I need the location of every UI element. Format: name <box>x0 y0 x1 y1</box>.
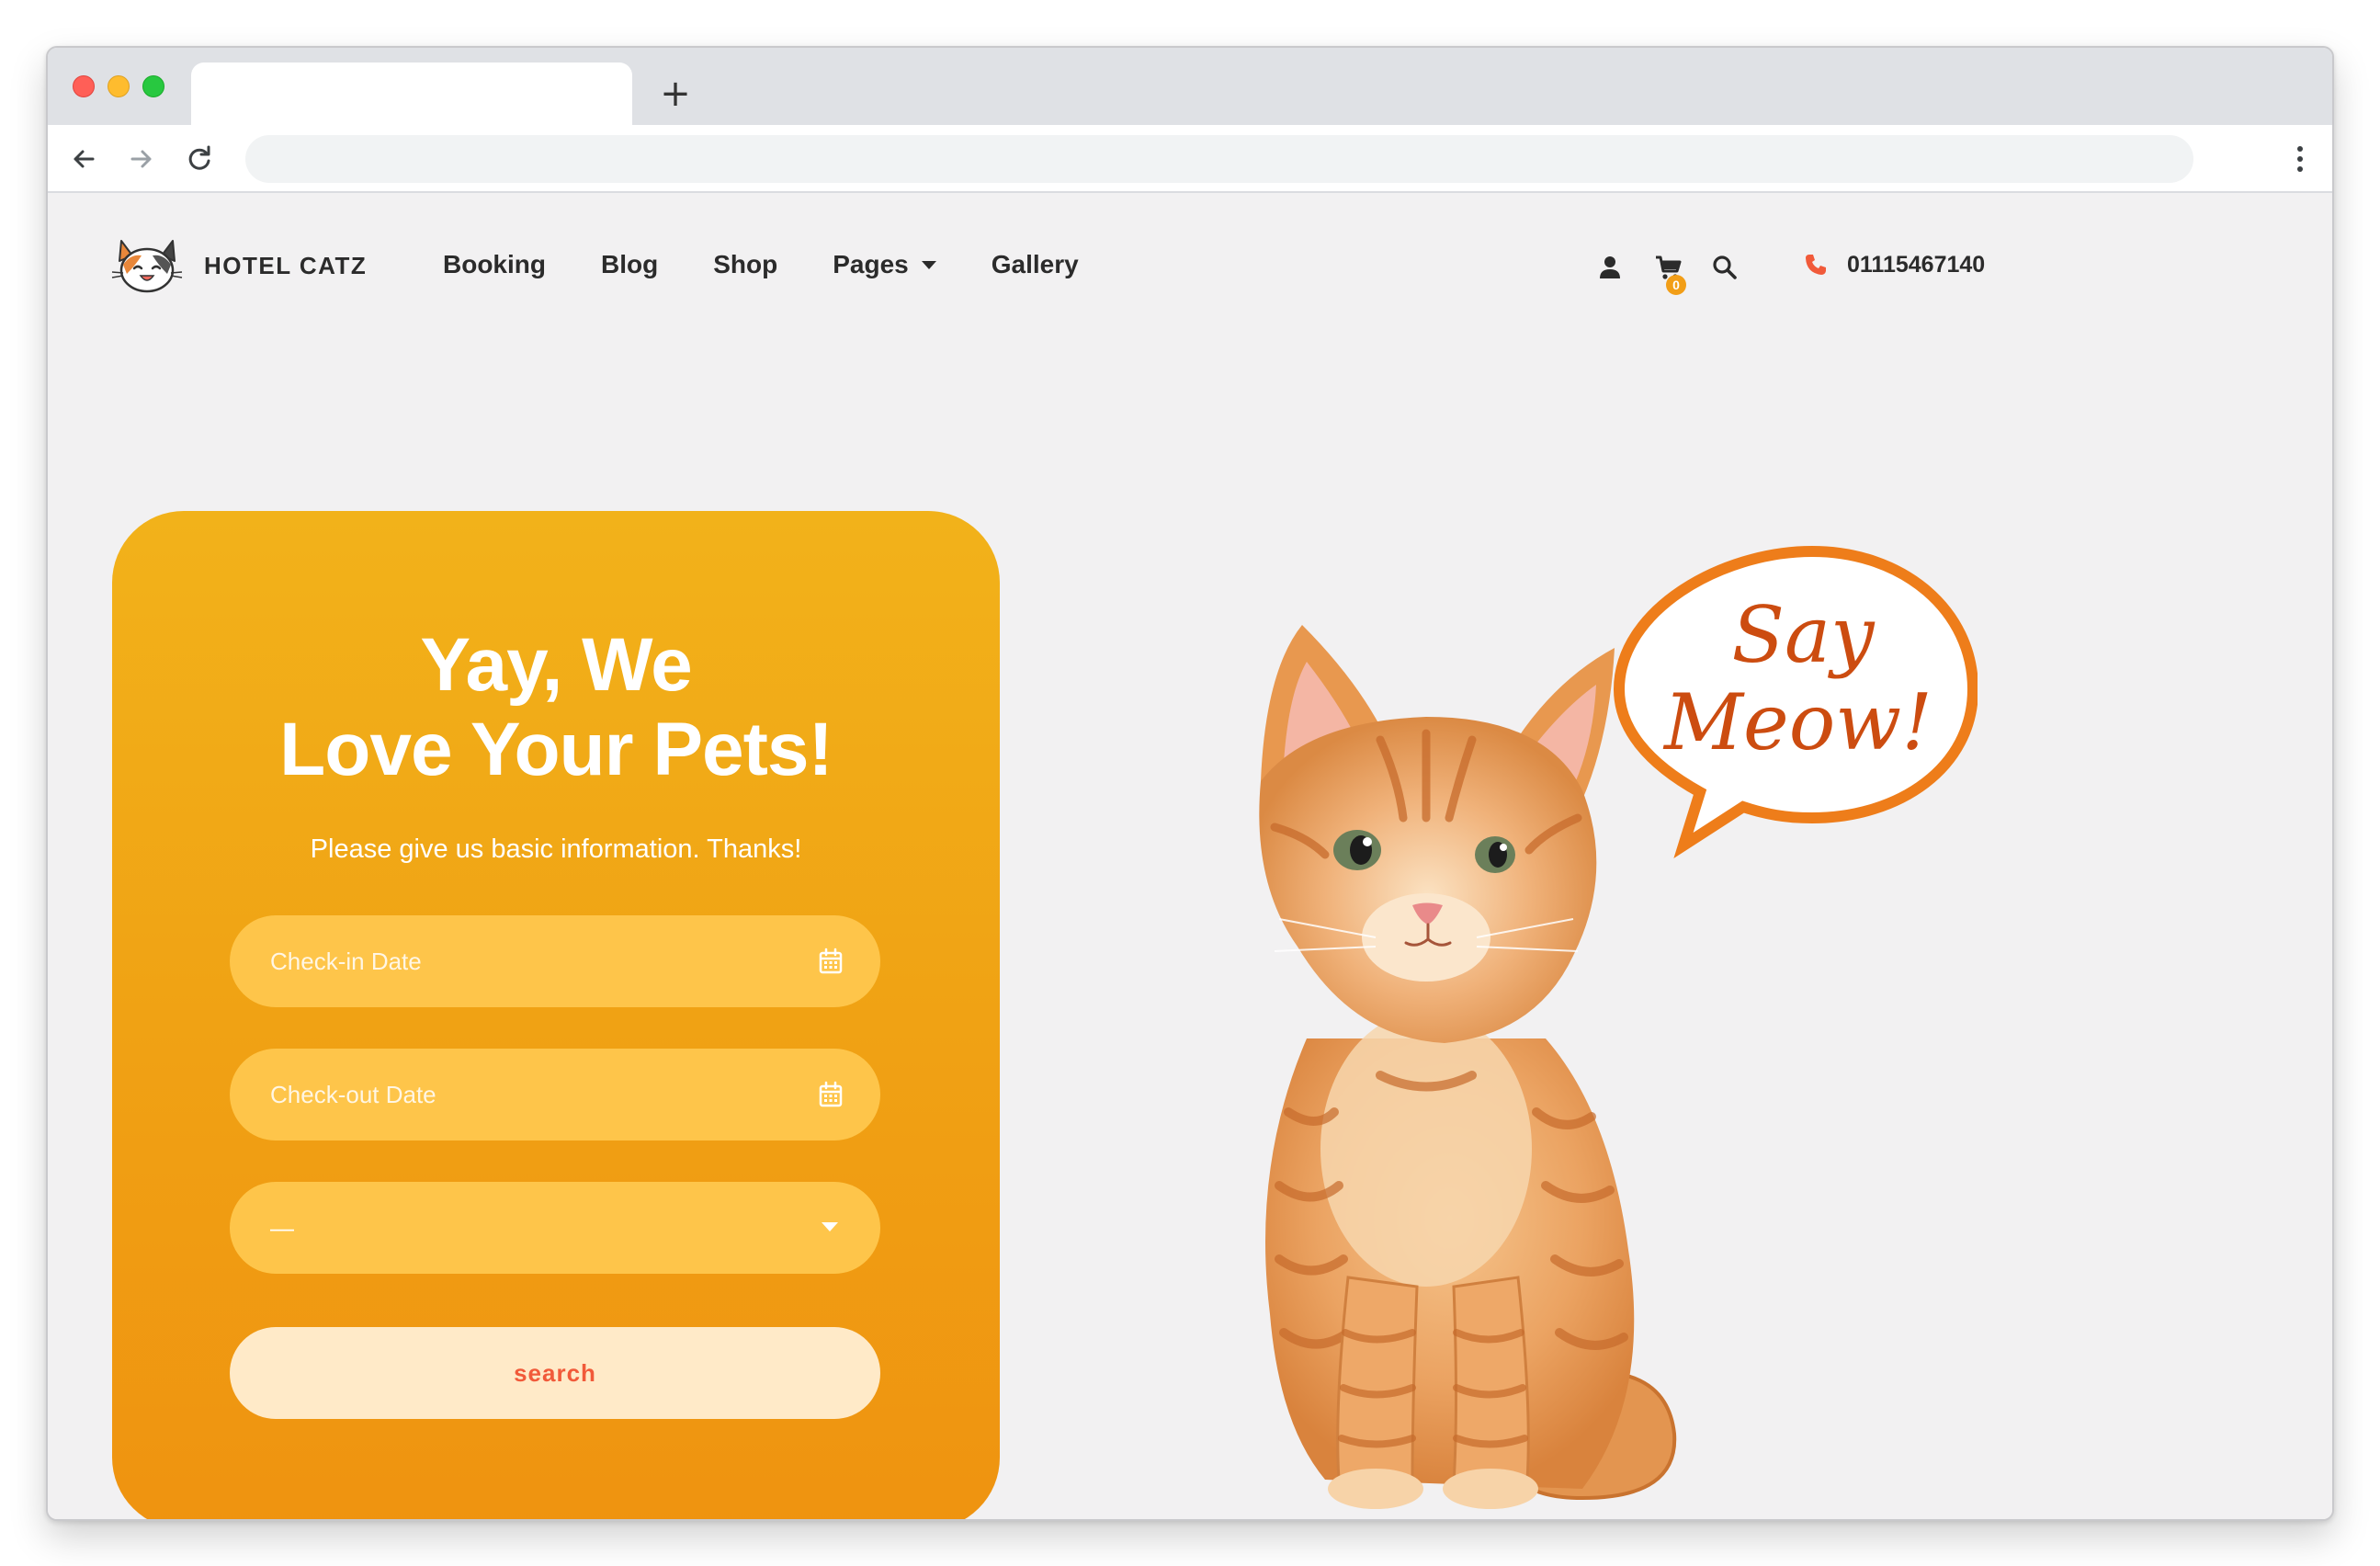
caret-down-icon <box>921 260 936 269</box>
checkout-date-input[interactable] <box>270 1049 785 1140</box>
kitten <box>1259 625 1677 1509</box>
checkin-date-field[interactable] <box>230 915 880 1007</box>
forward-button[interactable] <box>124 142 159 176</box>
cat-logo-icon[interactable] <box>110 233 184 294</box>
menu-item-label: Shop <box>713 250 778 278</box>
menu-item-label: Gallery <box>991 250 1079 278</box>
cart-count-badge: 0 <box>1666 275 1686 295</box>
guest-select-value: — <box>270 1214 294 1242</box>
card-title-line-2: Love Your Pets! <box>279 708 833 791</box>
chevron-down-icon <box>822 1222 838 1231</box>
speech-bubble-line-2: Meow! <box>1662 677 1932 767</box>
maximize-window-button[interactable] <box>142 75 164 97</box>
address-bar[interactable] <box>245 135 2193 183</box>
user-icon[interactable] <box>1596 254 1624 281</box>
speech-bubble-line-1: Say <box>1731 590 1876 680</box>
card-title: Yay, We Love Your Pets! <box>112 623 1000 792</box>
hero-kitten-image: Say Meow! <box>1259 545 1978 1509</box>
browser-window: + HOTEL CATZ Booking Blog Shop Pages Gal… <box>46 46 2334 1521</box>
arrow-right-icon <box>130 150 152 168</box>
brand-name[interactable]: HOTEL CATZ <box>204 252 367 280</box>
back-button[interactable] <box>66 142 101 176</box>
main-menu: Booking Blog Shop Pages Gallery <box>443 250 1134 279</box>
checkout-date-field[interactable] <box>230 1049 880 1140</box>
menu-item-booking[interactable]: Booking <box>443 250 546 279</box>
browser-tab[interactable] <box>191 62 632 125</box>
browser-menu-button[interactable] <box>2295 142 2305 176</box>
calendar-icon[interactable] <box>818 1081 844 1108</box>
menu-item-gallery[interactable]: Gallery <box>992 250 1079 279</box>
close-window-button[interactable] <box>73 75 95 97</box>
menu-item-shop[interactable]: Shop <box>713 250 777 279</box>
booking-form-card: Yay, We Love Your Pets! Please give us b… <box>112 511 1000 1519</box>
site-header: HOTEL CATZ Booking Blog Shop Pages Galle… <box>48 193 2332 331</box>
page-viewport: HOTEL CATZ Booking Blog Shop Pages Galle… <box>48 193 2332 1519</box>
search-icon[interactable] <box>1711 254 1739 281</box>
menu-item-label: Booking <box>443 250 546 278</box>
card-title-line-1: Yay, We <box>420 623 692 707</box>
reload-button[interactable] <box>182 142 217 176</box>
speech-bubble: Say Meow! <box>1613 545 1978 859</box>
guest-select[interactable]: — <box>230 1182 880 1274</box>
card-subtitle: Please give us basic information. Thanks… <box>310 834 802 864</box>
reload-icon <box>188 145 210 170</box>
menu-item-pages[interactable]: Pages <box>833 250 936 279</box>
browser-tab-bar: + <box>48 48 2332 125</box>
menu-item-label: Pages <box>833 250 909 278</box>
browser-toolbar <box>48 125 2332 193</box>
arrow-left-icon <box>74 150 95 168</box>
phone-number[interactable]: 01115467140 <box>1847 252 1985 278</box>
checkin-date-input[interactable] <box>270 915 785 1007</box>
new-tab-button[interactable]: + <box>657 75 694 112</box>
menu-item-blog[interactable]: Blog <box>601 250 658 279</box>
search-button[interactable]: search <box>230 1327 880 1419</box>
calendar-icon[interactable] <box>818 948 844 975</box>
minimize-window-button[interactable] <box>108 75 130 97</box>
phone-icon <box>1806 255 1826 275</box>
menu-item-label: Blog <box>601 250 659 278</box>
more-vertical-icon <box>2297 146 2303 172</box>
